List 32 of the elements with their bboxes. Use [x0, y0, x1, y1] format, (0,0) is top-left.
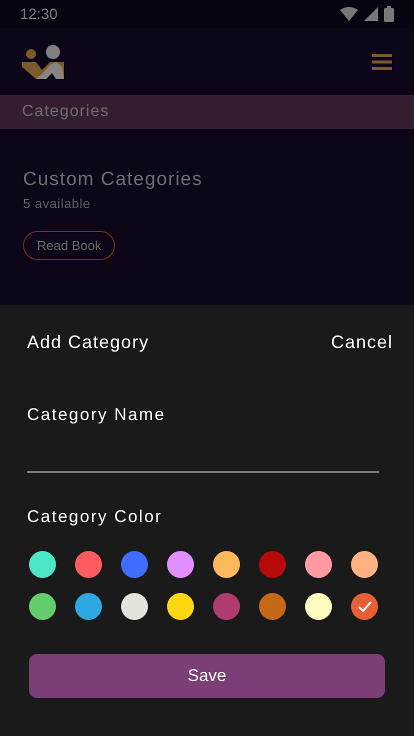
color-swatch[interactable] — [121, 551, 148, 578]
color-swatch[interactable] — [351, 593, 378, 620]
sheet-title: Add Category — [27, 332, 150, 353]
cancel-button[interactable]: Cancel — [330, 332, 393, 353]
card-subtitle: 5 available — [23, 196, 92, 211]
status-time: 12:30 — [20, 6, 58, 22]
color-swatch[interactable] — [29, 551, 56, 578]
field-label: Category Name — [27, 405, 167, 425]
color-swatch[interactable] — [305, 593, 332, 620]
color-swatch[interactable] — [29, 593, 56, 620]
signal-icon — [364, 7, 378, 21]
save-button[interactable]: Save — [29, 654, 385, 698]
card-title: Custom Categories — [23, 169, 204, 191]
read-book-button[interactable]: Read Book — [23, 231, 116, 260]
section-title: Categories — [22, 103, 110, 121]
menu-icon[interactable] — [372, 54, 392, 70]
color-swatch[interactable] — [351, 551, 378, 578]
color-swatch[interactable] — [259, 551, 286, 578]
logo-icon — [22, 44, 64, 78]
field-label: Category Color — [27, 507, 164, 527]
check-icon — [358, 601, 372, 612]
color-swatch[interactable] — [259, 593, 286, 620]
color-swatch[interactable] — [213, 593, 240, 620]
color-swatch[interactable] — [305, 551, 332, 578]
color-swatch[interactable] — [75, 593, 102, 620]
color-swatch[interactable] — [75, 551, 102, 578]
battery-icon — [384, 6, 394, 22]
color-swatch[interactable] — [213, 551, 240, 578]
color-swatch[interactable] — [121, 593, 148, 620]
color-swatch[interactable] — [167, 593, 194, 620]
wifi-icon — [340, 7, 358, 21]
color-swatch[interactable] — [167, 551, 194, 578]
